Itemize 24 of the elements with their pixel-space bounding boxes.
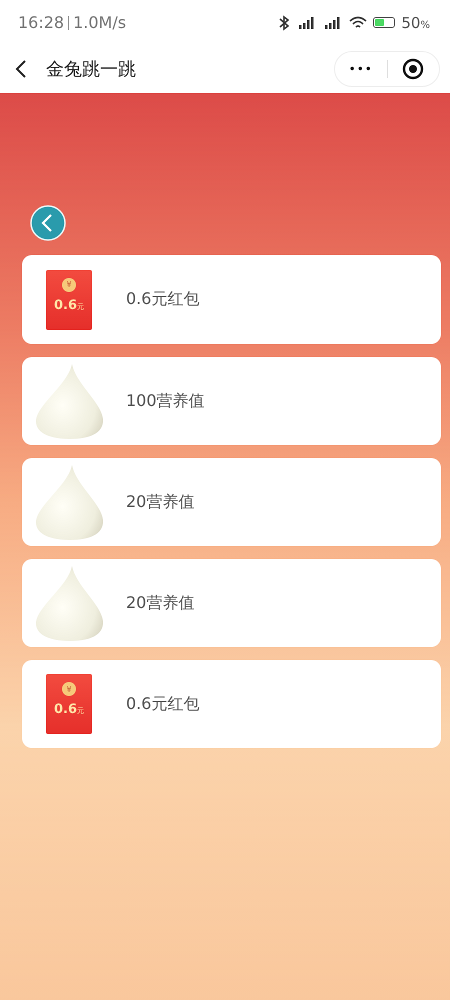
milk-drop-icon xyxy=(34,564,106,642)
page-title: 金兔跳一跳 xyxy=(46,58,137,81)
battery-percent: 50 xyxy=(401,14,420,32)
packet-amount: 0.6 xyxy=(54,702,78,717)
battery-icon xyxy=(373,17,396,28)
reward-label: 0.6元红包 xyxy=(126,289,200,310)
back-icon[interactable] xyxy=(14,59,28,79)
reward-label: 100营养值 xyxy=(126,390,205,412)
more-button[interactable]: ••• xyxy=(335,62,386,76)
milk-drop-icon xyxy=(34,362,106,440)
coin-symbol: ¥ xyxy=(62,278,76,292)
network-speed: 1.0M/s xyxy=(73,13,126,32)
bluetooth-icon xyxy=(277,14,292,30)
coin-symbol: ¥ xyxy=(62,682,76,696)
percent-sign: % xyxy=(420,20,430,31)
reward-label: 20营养值 xyxy=(126,592,194,614)
back-button[interactable] xyxy=(30,205,66,241)
packet-amount: 0.6 xyxy=(54,298,78,312)
status-time: 16:28 xyxy=(18,13,64,32)
milk-drop-icon xyxy=(34,463,106,541)
reward-label: 0.6元红包 xyxy=(126,694,200,714)
wifi-icon xyxy=(349,16,368,30)
reward-label: 20营养值 xyxy=(126,492,194,512)
close-icon[interactable] xyxy=(402,58,424,80)
